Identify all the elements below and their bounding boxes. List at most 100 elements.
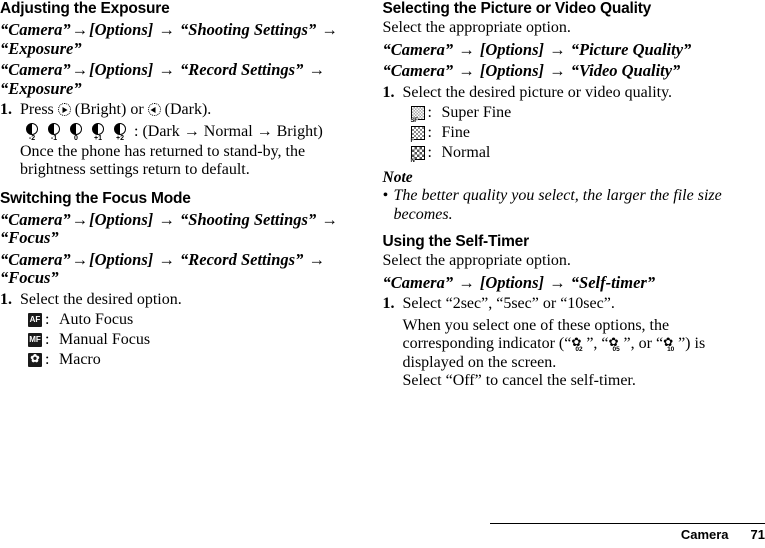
- half-circle-icon: [48, 122, 60, 135]
- quality-option-normal: N : Normal: [410, 143, 756, 164]
- quality-option-label: Super Fine: [441, 104, 512, 121]
- step-select-quality: 1. Select the desired picture or video q…: [383, 84, 756, 103]
- heading-using-the-self-timer: Using the Self-Timer: [382, 233, 530, 250]
- quality-fine-icon: F: [410, 125, 428, 144]
- path-part-exposure: “Exposure”: [0, 38, 82, 58]
- step-select-focus-option: 1. Select the desired option.: [0, 291, 373, 310]
- arrow-icon: →: [71, 249, 89, 269]
- arrow-icon: →: [158, 249, 175, 269]
- self-timer-body-line2: corresponding indicator (“ ✿ 02”, “✿ 05”, o…: [403, 335, 756, 354]
- right-column: Selecting the Picture or Video Quality S…: [383, 0, 765, 548]
- exposure-level-label: +1: [94, 134, 102, 142]
- step-press-bright-dark: 1. Press (Bright) or (Dark).: [0, 101, 373, 120]
- self-timer-text-a: corresponding indicator (“: [402, 335, 572, 352]
- focus-option-label: Auto Focus: [59, 311, 134, 328]
- quality-intro-text: Select the appropriate option.: [382, 19, 571, 36]
- path-part-options: [Options]: [89, 209, 154, 229]
- quality-normal-icon: N: [410, 145, 428, 164]
- step-text-before: Press: [20, 101, 54, 118]
- exposure-level-icon: -1: [44, 122, 64, 143]
- exposure-level-icon: +1: [88, 122, 108, 143]
- af-icon-glyph: AF: [28, 312, 42, 327]
- step-text: Select the desired picture or video qual…: [402, 83, 673, 101]
- menu-path-exposure-shooting: “Camera”→[Options] → “Shooting Settings”…: [0, 20, 373, 58]
- exposure-scale-caption: : (Dark → Normal → Bright): [134, 123, 323, 140]
- af-icon: AF: [28, 312, 45, 327]
- self-timer-2sec-icon: ✿ 02: [571, 336, 586, 353]
- path-part-focus: “Focus”: [0, 228, 59, 247]
- page-footer: Camera 71: [490, 523, 765, 542]
- colon-separator: :: [45, 331, 50, 348]
- path-part-self-timer: “Self-timer”: [570, 272, 656, 292]
- quality-icon-tag: SF: [410, 117, 418, 124]
- footer-page-number: 71: [750, 527, 765, 542]
- note-text: The better quality you select, the large…: [393, 187, 722, 223]
- path-part-options: [Options]: [89, 60, 154, 79]
- bullet-icon: •: [382, 187, 389, 204]
- path-part-record-settings: “Record Settings”: [180, 249, 304, 269]
- menu-path-self-timer: “Camera” → [Options] → “Self-timer”: [383, 272, 756, 293]
- half-circle-icon: [26, 122, 38, 135]
- step-number: 1.: [382, 83, 395, 101]
- arrow-icon: →: [549, 272, 566, 292]
- heading-adjusting-the-exposure: Adjusting the Exposure: [0, 0, 170, 17]
- arrow-icon: →: [458, 39, 475, 59]
- path-part-camera: “Camera”: [382, 61, 454, 80]
- half-circle-icon: [92, 122, 104, 135]
- timer-sub-label: 10: [667, 346, 675, 353]
- quality-super-fine-icon: SF: [410, 105, 428, 124]
- menu-path-focus-record: “Camera”→[Options] → “Record Settings” →…: [0, 249, 373, 288]
- exposure-level-label: -2: [28, 134, 36, 142]
- self-timer-text-d: ”) is: [678, 335, 706, 352]
- self-timer-body-line4: Select “Off” to cancel the self-timer.: [402, 372, 636, 389]
- arrow-icon: →: [71, 209, 89, 229]
- arrow-icon: →: [158, 20, 175, 39]
- nav-key-right-icon: [57, 103, 71, 116]
- self-timer-body-line1: When you select one of these options, th…: [402, 316, 670, 334]
- half-circle-icon: [114, 122, 126, 135]
- path-part-camera: “Camera”: [0, 20, 71, 39]
- heading-switching-the-focus-mode: Switching the Focus Mode: [0, 189, 191, 207]
- step-select-timer-duration: 1. Select “2sec”, “5sec” or “10sec”.: [383, 295, 756, 314]
- self-timer-text-c: ”, or “: [623, 335, 664, 352]
- step-text-mid: (Bright) or: [74, 101, 144, 118]
- arrow-icon: →: [458, 272, 475, 292]
- path-part-camera: “Camera”: [0, 60, 71, 79]
- exposure-scale: -2 -1 0 +1 +2 : (Dark → Normal → Bright): [22, 122, 373, 143]
- path-part-picture-quality: “Picture Quality”: [570, 39, 692, 59]
- macro-flower-icon: ✿: [28, 352, 45, 367]
- path-part-exposure: “Exposure”: [0, 78, 82, 98]
- note-heading: Note: [382, 169, 413, 186]
- macro-flower-icon-glyph: ✿: [28, 352, 42, 367]
- left-column: Adjusting the Exposure “Camera”→[Options…: [0, 0, 383, 548]
- self-timer-text-b: ”, “: [586, 335, 609, 352]
- half-circle-icon: [70, 122, 82, 135]
- nav-key-left-icon: [147, 103, 161, 116]
- heading-selecting-picture-or-video-quality: Selecting the Picture or Video Quality: [382, 0, 652, 17]
- quality-option-label: Normal: [441, 144, 491, 161]
- path-part-options: [Options]: [479, 272, 545, 292]
- exposure-level-icon: -2: [22, 122, 42, 143]
- step-number: 1.: [0, 101, 12, 118]
- step-text: Select the desired option.: [20, 290, 182, 308]
- step-number: 1.: [382, 295, 395, 312]
- note-item: • The better quality you select, the lar…: [383, 187, 756, 224]
- path-part-camera: “Camera”: [0, 209, 71, 229]
- mf-icon: MF: [28, 332, 45, 347]
- colon-separator: :: [427, 104, 432, 121]
- path-part-options: [Options]: [89, 249, 154, 269]
- manual-page: Adjusting the Exposure “Camera”→[Options…: [0, 0, 765, 548]
- menu-path-video-quality: “Camera” → [Options] → “Video Quality”: [382, 61, 756, 81]
- path-part-shooting-settings: “Shooting Settings”: [180, 209, 317, 229]
- arrow-icon: →: [308, 60, 325, 79]
- path-part-options: [Options]: [89, 20, 154, 39]
- step-number: 1.: [0, 290, 12, 308]
- path-part-record-settings: “Record Settings”: [180, 60, 304, 79]
- menu-path-exposure-record: “Camera”→[Options] → “Record Settings” →…: [0, 60, 373, 98]
- arrow-icon: →: [308, 249, 325, 269]
- arrow-icon: →: [549, 39, 566, 59]
- colon-separator: :: [427, 124, 432, 141]
- arrow-icon: →: [321, 209, 338, 229]
- step-text: Select “2sec”, “5sec” or “10sec”.: [402, 295, 615, 312]
- self-timer-body-line3: displayed on the screen.: [402, 353, 557, 371]
